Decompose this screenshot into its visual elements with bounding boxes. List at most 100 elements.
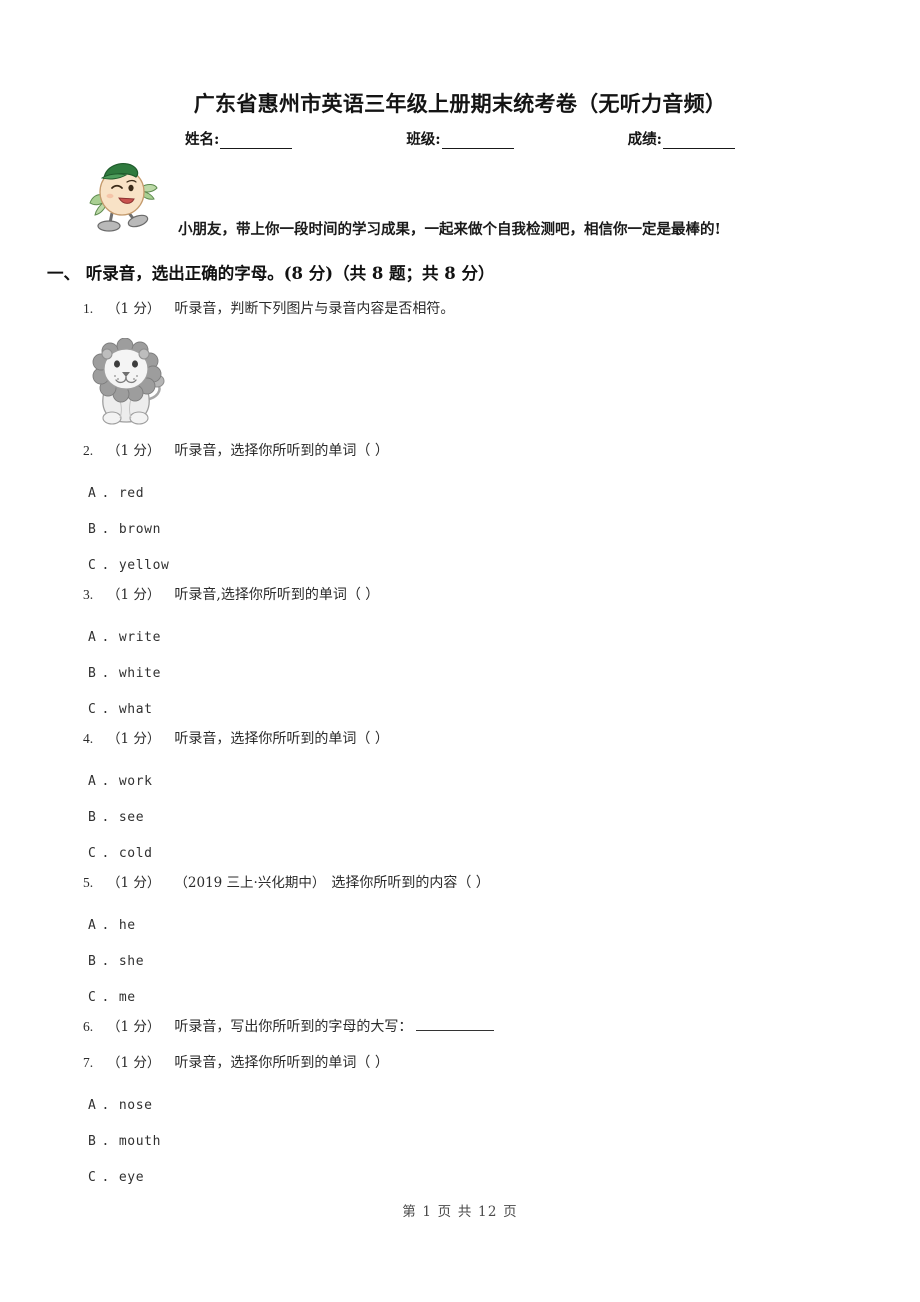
question-number: 7. <box>83 1055 94 1070</box>
option-key: A <box>88 773 97 789</box>
option-text: brown <box>118 521 162 537</box>
question-block: 6. （1 分） 听录音，写出你所听到的字母的大写： <box>0 1015 920 1051</box>
option-key: A <box>88 1097 97 1113</box>
option-b[interactable]: B. mouth <box>0 1123 920 1159</box>
question-source-tag: （2019 三上·兴化期中） <box>174 875 326 891</box>
option-text: nose <box>118 1097 153 1113</box>
option-separator: . <box>101 845 110 861</box>
option-c[interactable]: C. cold <box>0 835 920 871</box>
question-text: 听录音，选择你所听到的单词（ ） <box>174 1055 389 1071</box>
option-text: red <box>118 485 145 501</box>
name-field[interactable]: 姓名: <box>185 128 293 149</box>
question-text: 听录音，选择你所听到的单词（ ） <box>174 731 389 747</box>
page-title: 广东省惠州市英语三年级上册期末统考卷（无听力音频） <box>193 91 727 116</box>
option-b[interactable]: B. see <box>0 799 920 835</box>
answer-blank[interactable] <box>416 1017 495 1031</box>
question-score: （1 分） <box>107 443 161 459</box>
exam-page: 广东省惠州市英语三年级上册期末统考卷（无听力音频） 姓名: 班级: 成绩: 小朋… <box>0 0 920 1302</box>
question-number: 5. <box>83 875 94 890</box>
question-block: 5. （1 分） （2019 三上·兴化期中） 选择你所听到的内容（ ） A. he B. s… <box>0 871 920 1015</box>
student-info-row: 姓名: 班级: 成绩: <box>185 128 735 149</box>
question-prompt: 4. （1 分） 听录音，选择你所听到的单词（ ） <box>0 727 920 763</box>
score-field-label: 成绩: <box>627 131 662 148</box>
option-b[interactable]: B. brown <box>0 511 920 547</box>
option-separator: . <box>101 953 110 969</box>
option-separator: . <box>101 1169 110 1185</box>
option-c[interactable]: C. yellow <box>0 547 920 583</box>
lion-illustration <box>92 338 165 425</box>
class-field[interactable]: 班级: <box>406 128 514 149</box>
name-field-blank[interactable] <box>220 134 293 149</box>
question-prompt: 7. （1 分） 听录音，选择你所听到的单词（ ） <box>0 1051 920 1087</box>
question-block: 7. （1 分） 听录音，选择你所听到的单词（ ） A. nose B. mouth C. ey… <box>0 1051 920 1195</box>
option-separator: . <box>101 1133 110 1149</box>
option-separator: . <box>101 485 110 501</box>
option-key: A <box>88 629 97 645</box>
option-separator: . <box>101 1097 110 1113</box>
question-score: （1 分） <box>107 301 161 317</box>
option-c[interactable]: C. me <box>0 979 920 1015</box>
question-prompt: 2. （1 分） 听录音，选择你所听到的单词（ ） <box>0 439 920 475</box>
option-separator: . <box>101 557 110 573</box>
option-key: C <box>88 845 97 861</box>
option-separator: . <box>101 773 110 789</box>
option-separator: . <box>101 809 110 825</box>
question-block: 3. （1 分） 听录音,选择你所听到的单词（ ） A. write B. white C. w… <box>0 583 920 727</box>
question-number: 3. <box>83 587 94 602</box>
question-number: 1. <box>83 301 94 316</box>
option-b[interactable]: B. she <box>0 943 920 979</box>
option-key: C <box>88 1169 97 1185</box>
option-separator: . <box>101 917 110 933</box>
option-a[interactable]: A. work <box>0 763 920 799</box>
question-number: 6. <box>83 1019 94 1034</box>
option-separator: . <box>101 521 110 537</box>
option-a[interactable]: A. write <box>0 619 920 655</box>
option-text: she <box>118 953 145 969</box>
question-text: 听录音，判断下列图片与录音内容是否相符。 <box>174 301 455 317</box>
page-footer: 第 1 页 共 12 页 <box>402 1204 518 1220</box>
option-text: write <box>118 629 162 645</box>
option-text: what <box>118 701 153 717</box>
option-text: work <box>118 773 153 789</box>
option-separator: . <box>101 665 110 681</box>
option-a[interactable]: A. red <box>0 475 920 511</box>
question-text: 听录音，选择你所听到的单词（ ） <box>174 443 389 459</box>
cartoon-student-mascot-icon <box>86 157 160 233</box>
question-score: （1 分） <box>107 1055 161 1071</box>
option-a[interactable]: A. he <box>0 907 920 943</box>
question-block: 4. （1 分） 听录音，选择你所听到的单词（ ） A. work B. see C. cold <box>0 727 920 871</box>
question-score: （1 分） <box>107 587 161 603</box>
option-key: C <box>88 557 97 573</box>
option-c[interactable]: C. what <box>0 691 920 727</box>
option-a[interactable]: A. nose <box>0 1087 920 1123</box>
option-key: B <box>88 1133 97 1149</box>
greeting-text: 小朋友，带上你一段时间的学习成果，一起来做个自我检测吧，相信你一定是最棒的! <box>178 221 721 238</box>
option-key: B <box>88 521 97 537</box>
question-text: 选择你所听到的内容（ ） <box>331 875 490 891</box>
option-separator: . <box>101 629 110 645</box>
class-field-blank[interactable] <box>441 134 514 149</box>
questions-list: 1. （1 分） 听录音，判断下列图片与录音内容是否相符。 2. （1 分） 听… <box>0 297 920 1195</box>
option-text: yellow <box>118 557 170 573</box>
option-text: cold <box>118 845 153 861</box>
question-number: 2. <box>83 443 94 458</box>
question-prompt: 6. （1 分） 听录音，写出你所听到的字母的大写： <box>0 1015 920 1051</box>
question-prompt: 3. （1 分） 听录音,选择你所听到的单词（ ） <box>0 583 920 619</box>
question-score: （1 分） <box>107 731 161 747</box>
score-field-blank[interactable] <box>662 134 735 149</box>
option-key: B <box>88 953 97 969</box>
question-score: （1 分） <box>107 1019 161 1035</box>
option-key: A <box>88 917 97 933</box>
option-c[interactable]: C. eye <box>0 1159 920 1195</box>
option-separator: . <box>101 989 110 1005</box>
question-score: （1 分） <box>107 875 161 891</box>
question-number: 4. <box>83 731 94 746</box>
question-prompt: 5. （1 分） （2019 三上·兴化期中） 选择你所听到的内容（ ） <box>0 871 920 907</box>
question-text: 听录音，写出你所听到的字母的大写： <box>174 1019 413 1035</box>
option-b[interactable]: B. white <box>0 655 920 691</box>
score-field[interactable]: 成绩: <box>628 128 735 149</box>
option-separator: . <box>101 701 110 717</box>
option-text: white <box>118 665 162 681</box>
option-text: mouth <box>118 1133 162 1149</box>
option-text: he <box>118 917 136 933</box>
